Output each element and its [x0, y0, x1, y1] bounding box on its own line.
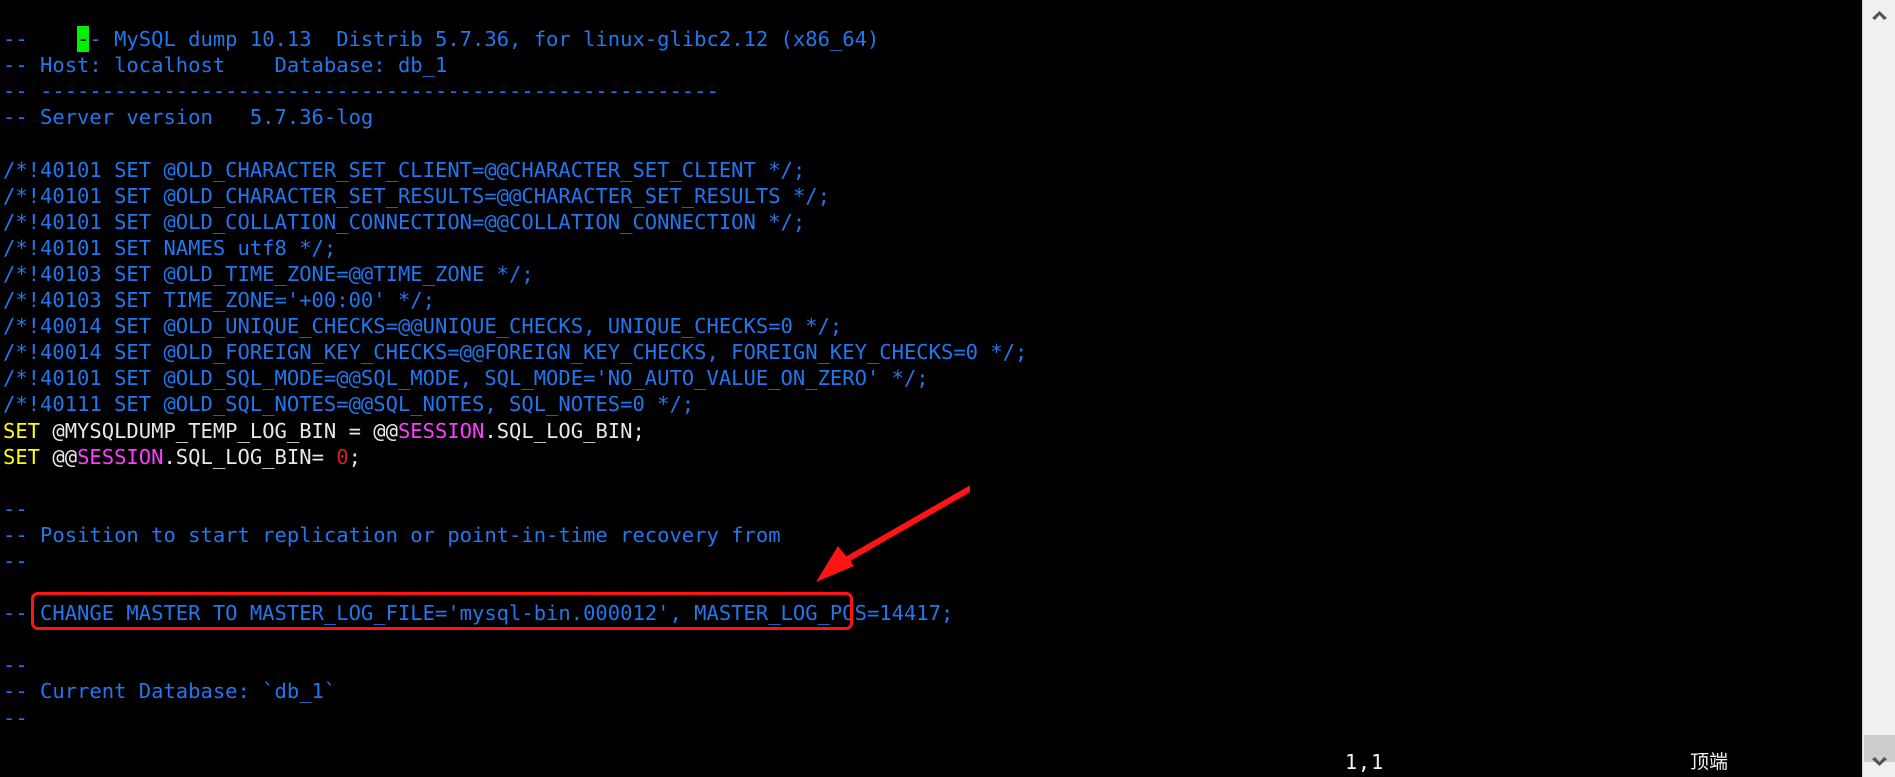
terminal-line: /*!40103 SET TIME_ZONE='+00:00' */;: [3, 288, 435, 313]
chevron-down-icon[interactable]: [1863, 748, 1895, 774]
sql-token-var: SESSION: [77, 444, 164, 469]
terminal-line: -- Server version 5.7.36-log: [3, 105, 374, 130]
terminal-line: -- Current Database: `db_1`: [3, 679, 337, 704]
terminal-line: --: [3, 27, 28, 52]
terminal-line-sql-set-tempvar: SET @MYSQLDUMP_TEMP_LOG_BIN = @@SESSION.…: [0, 418, 1862, 444]
sql-token-plain: @@: [40, 444, 78, 469]
sql-token-plain: @MYSQLDUMP_TEMP_LOG_BIN = @@: [40, 418, 398, 443]
terminal-line: /*!40111 SET @OLD_SQL_NOTES=@@SQL_NOTES,…: [3, 392, 695, 417]
terminal-line: --: [3, 653, 28, 678]
sql-token-number: 0: [336, 444, 349, 469]
status-bar: 1,1 顶端: [0, 747, 1862, 777]
terminal-line: --: [3, 705, 28, 730]
terminal-line: /*!40101 SET @OLD_CHARACTER_SET_CLIENT=@…: [3, 157, 806, 182]
sql-token-plain: .SQL_LOG_BIN;: [484, 418, 645, 443]
terminal-window: -- MySQL dump 10.13 Distrib 5.7.36, for …: [0, 0, 1895, 777]
terminal-line: --: [3, 548, 28, 573]
terminal-line: /*!40014 SET @OLD_FOREIGN_KEY_CHECKS=@@F…: [3, 340, 1028, 365]
terminal-line: /*!40101 SET @OLD_CHARACTER_SET_RESULTS=…: [3, 183, 830, 208]
sql-token-plain: ;: [348, 444, 361, 469]
scroll-location-indicator: 顶端: [1690, 751, 1729, 773]
terminal-text-area[interactable]: -- MySQL dump 10.13 Distrib 5.7.36, for …: [0, 0, 1862, 777]
sql-token-keyword: SET: [3, 418, 41, 443]
scrollbar-track[interactable]: [1863, 26, 1895, 751]
terminal-line: /*!40101 SET @OLD_SQL_MODE=@@SQL_MODE, S…: [3, 366, 929, 391]
terminal-line: -- -------------------------------------…: [3, 79, 719, 104]
terminal-line: -- Host: localhost Database: db_1: [3, 53, 448, 78]
terminal-line: /*!40101 SET NAMES utf8 */;: [3, 235, 337, 260]
terminal-line: -- Position to start replication or poin…: [3, 522, 781, 547]
terminal-line: /*!40103 SET @OLD_TIME_ZONE=@@TIME_ZONE …: [3, 261, 534, 286]
vertical-scrollbar[interactable]: [1862, 0, 1895, 777]
terminal-line: /*!40101 SET @OLD_COLLATION_CONNECTION=@…: [3, 209, 806, 234]
cursor-position-indicator: 1,1: [1345, 750, 1385, 774]
terminal-line: /*!40014 SET @OLD_UNIQUE_CHECKS=@@UNIQUE…: [3, 314, 843, 339]
terminal-line: -- MySQL dump 10.13 Distrib 5.7.36, for …: [0, 0, 1862, 53]
sql-token-plain: .SQL_LOG_BIN=: [163, 444, 337, 469]
terminal-line-sql-set-session: SET @@SESSION.SQL_LOG_BIN= 0;: [0, 444, 1862, 470]
chevron-up-icon[interactable]: [1863, 2, 1895, 28]
sql-token-keyword: SET: [3, 444, 41, 469]
sql-token-var: SESSION: [397, 418, 485, 443]
terminal-line-change-master: -- CHANGE MASTER TO MASTER_LOG_FILE='mys…: [3, 601, 954, 626]
terminal-line: --: [3, 496, 28, 521]
